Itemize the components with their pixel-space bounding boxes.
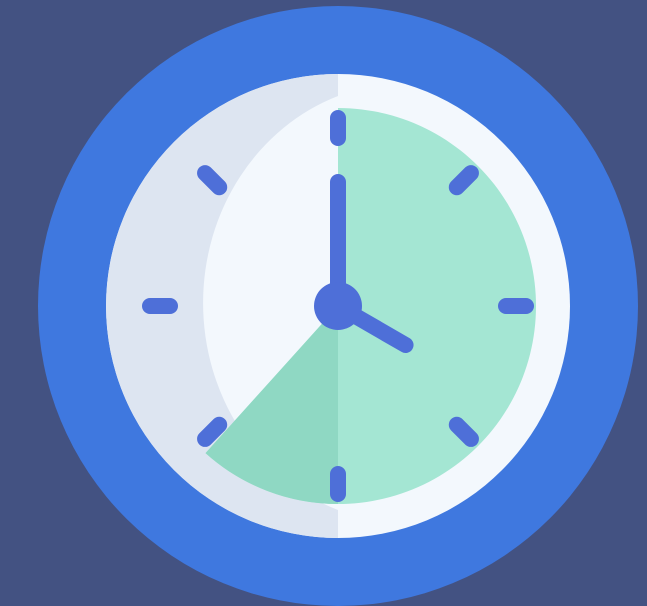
hour-marker-10-30 bbox=[197, 165, 228, 196]
hour-marker-4-30 bbox=[448, 416, 479, 447]
clock-icon bbox=[38, 6, 638, 606]
hour-marker-1-30 bbox=[448, 165, 479, 196]
clock-center-pin bbox=[314, 282, 362, 330]
clock-illustration bbox=[0, 0, 647, 606]
hour-marker-7-30 bbox=[197, 416, 228, 447]
